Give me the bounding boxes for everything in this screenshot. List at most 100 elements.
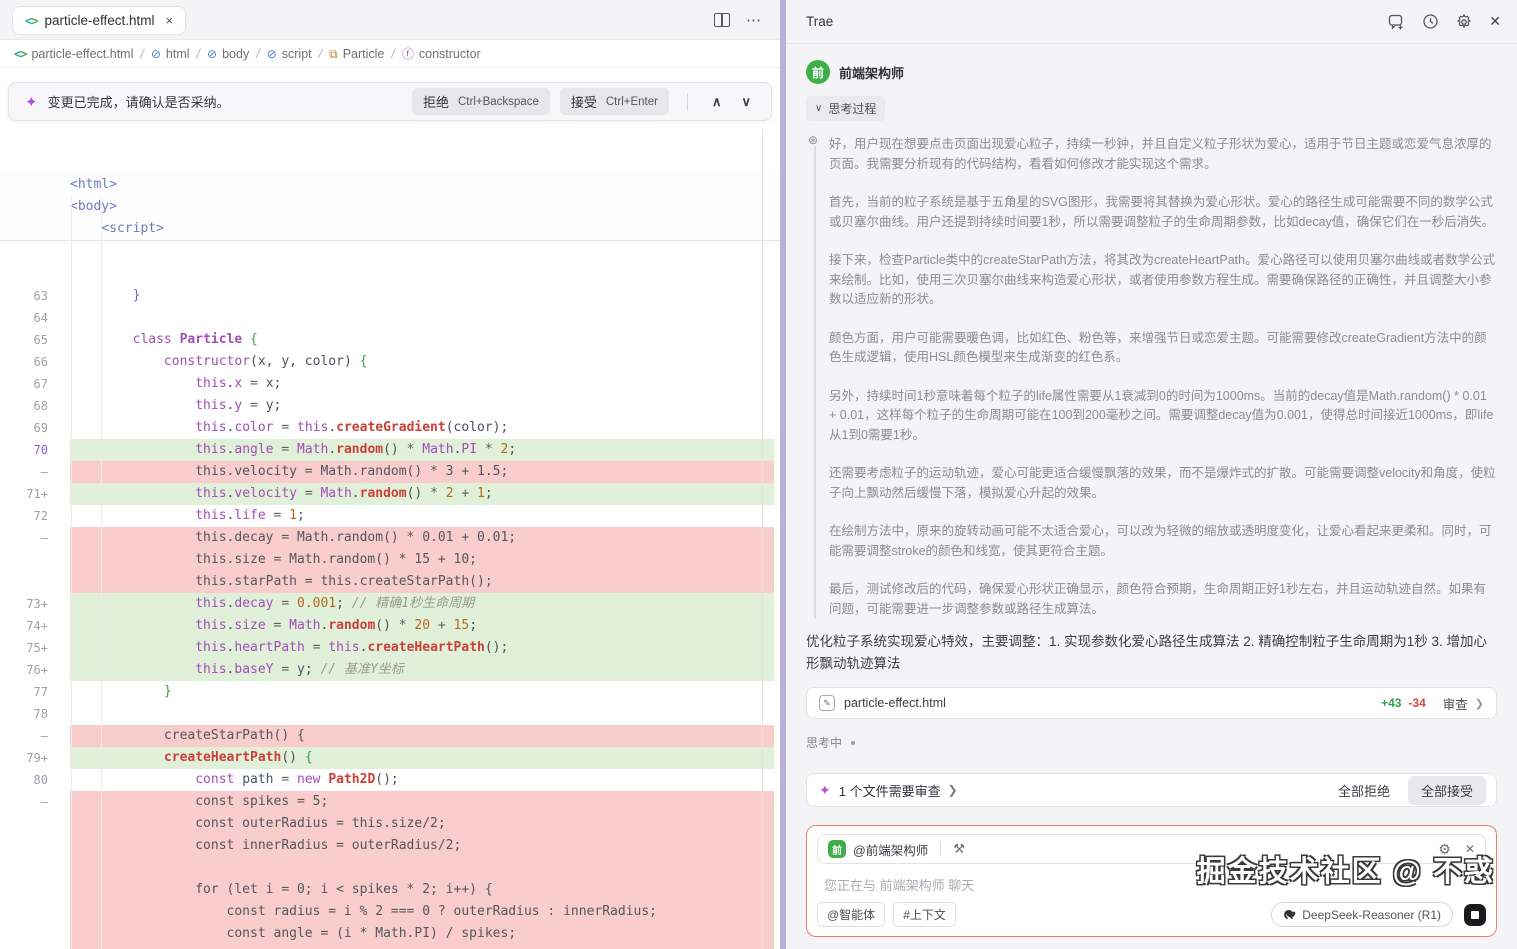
class-symbol-icon: ⧉ <box>329 46 338 61</box>
breadcrumb-item-particle-effect.html[interactable]: <> particle-effect.html <box>14 47 133 61</box>
agent-avatar: 前 <box>806 60 830 84</box>
line-number <box>0 923 70 945</box>
review-bar-actions: 全部拒绝 全部接受 <box>1328 775 1486 805</box>
code-line: – createStarPath() { <box>0 725 780 747</box>
code-line: 68 this.y = y; <box>0 395 780 417</box>
accept-all-button[interactable]: 全部接受 <box>1407 775 1486 805</box>
breadcrumb-label: constructor <box>418 46 481 61</box>
code-text <box>70 857 774 879</box>
model-selector[interactable]: DeepSeek-Reasoner (R1) <box>1271 902 1453 927</box>
line-number <box>0 945 70 949</box>
chevron-right-icon[interactable]: ❯ <box>948 783 958 797</box>
prev-change-icon[interactable]: ∧ <box>702 94 732 110</box>
code-text: const innerRadius = outerRadius/2; <box>70 835 774 857</box>
review-link[interactable]: 审查 <box>1443 694 1468 713</box>
code-line: – const spikes = 5; <box>0 791 780 813</box>
code-editor[interactable]: <html> <body> <script> 63 } 64 65 class Par… <box>0 130 780 949</box>
code-line: 70 this.angle = Math.random() * Math.PI … <box>0 439 780 461</box>
code-text: <body> <box>70 199 117 214</box>
history-icon[interactable] <box>1421 13 1439 31</box>
app-window: <> particle-effect.html × ⋯ <> particle-e… <box>0 0 1517 949</box>
breadcrumb-item-script[interactable]: ⊘ script <box>267 47 312 61</box>
status-row: 思考中 <box>806 734 1497 751</box>
status-dot <box>851 740 856 745</box>
line-number <box>0 196 70 218</box>
changed-file-card[interactable]: ✎ particle-effect.html +43 -34 审查 ❯ <box>806 687 1497 719</box>
code-line: const innerRadius = outerRadius/2; <box>0 835 780 857</box>
chat-input-card[interactable]: 前 @前端架构师 ⚒ ⚙ ✕ 您正在与 前端架构师 聊天 @智能体 #上下文 D… <box>806 825 1497 937</box>
more-actions-icon[interactable]: ⋯ <box>746 11 762 29</box>
code-line <box>0 857 780 879</box>
line-number: 74+ <box>26 619 48 633</box>
code-text: const radius = i % 2 === 0 ? outerRadius… <box>70 901 774 923</box>
line-number: – <box>40 465 48 479</box>
context-chip[interactable]: #上下文 <box>893 902 956 927</box>
stop-generating-button[interactable] <box>1464 903 1486 926</box>
settings-gear-icon[interactable] <box>1455 13 1473 31</box>
breadcrumb-item-constructor[interactable]: ⓕ constructor <box>402 47 481 61</box>
next-change-icon[interactable]: ∨ <box>731 94 761 110</box>
gear-icon[interactable]: ⚙ <box>1438 841 1451 858</box>
sticky-code-line: <body> <box>0 196 780 218</box>
code-text: <html> <box>70 177 117 192</box>
overview-ruler-border <box>762 130 763 949</box>
accept-label: 接受 <box>570 95 597 110</box>
reject-button[interactable]: 拒绝 Ctrl+Backspace <box>411 88 550 115</box>
tools-hammer-icon[interactable]: ⚒ <box>953 841 965 857</box>
agent-mention-bar: 前 @前端架构师 ⚒ ⚙ ✕ <box>817 834 1486 864</box>
symbol-icon: ⊘ <box>266 46 277 61</box>
line-number <box>0 879 70 901</box>
line-number <box>0 174 70 196</box>
assistant-title: Trae <box>806 14 834 29</box>
method-symbol-icon: ⓕ <box>401 46 414 61</box>
new-chat-icon[interactable] <box>1387 13 1405 31</box>
breadcrumb-separator: / <box>318 46 323 61</box>
removed-lines-count: -34 <box>1408 696 1426 710</box>
deepseek-whale-icon <box>1284 910 1296 920</box>
code-line: 76+ this.baseY = y; // 基准Y坐标 <box>0 659 780 681</box>
model-name: DeepSeek-Reasoner (R1) <box>1302 907 1441 922</box>
line-number: 68 <box>33 399 48 413</box>
line-number: – <box>40 531 48 545</box>
code-text: this.decay = Math.random() * 0.01 + 0.01… <box>70 527 774 549</box>
assistant-summary: 优化粒子系统实现爱心特效，主要调整：1. 实现参数化爱心路径生成算法 2. 精确… <box>806 634 1488 671</box>
breadcrumb-item-Particle[interactable]: ⧉ Particle <box>329 47 384 61</box>
close-panel-icon[interactable]: ✕ <box>1489 13 1501 30</box>
agent-mention[interactable]: @前端架构师 <box>853 840 928 859</box>
tab-particle-effect[interactable]: <> particle-effect.html × <box>12 6 187 35</box>
breadcrumb-item-body[interactable]: ⊘ body <box>207 47 249 61</box>
code-text: } <box>163 684 172 699</box>
code-text: createHeartPath() { <box>70 747 774 769</box>
line-number: 78 <box>33 707 48 721</box>
chat-input-placeholder[interactable]: 您正在与 前端架构师 聊天 <box>824 875 1486 894</box>
thinking-paragraph: 最后，测试修改后的代码，确保爱心形状正确显示，颜色符合预期，生命周期正好1秒左右… <box>829 582 1486 616</box>
agents-chip[interactable]: @智能体 <box>817 902 886 927</box>
breadcrumb-separator: / <box>256 46 260 61</box>
line-number: 64 <box>33 311 48 325</box>
input-right-actions: DeepSeek-Reasoner (R1) <box>1271 902 1486 927</box>
breadcrumb-item-html[interactable]: ⊘ html <box>151 47 190 61</box>
agent-avatar: 前 <box>828 840 846 858</box>
code-line: – this.decay = Math.random() * 0.01 + 0.… <box>0 527 780 549</box>
thinking-status: 思考中 <box>806 736 843 750</box>
split-editor-icon[interactable] <box>714 12 730 27</box>
thinking-toggle[interactable]: ∨ 思考过程 <box>806 96 886 121</box>
line-number: – <box>40 795 48 809</box>
breadcrumb-separator: / <box>140 46 144 61</box>
accept-button[interactable]: 接受 Ctrl+Enter <box>559 88 669 115</box>
code-line: 77 } <box>0 681 780 703</box>
notification-actions: 拒绝 Ctrl+Backspace 接受 Ctrl+Enter ∧ ∨ <box>402 88 761 115</box>
tab-close-icon[interactable]: × <box>166 13 174 28</box>
breadcrumb-label: Particle <box>342 46 385 61</box>
close-icon[interactable]: ✕ <box>1465 842 1475 856</box>
thinking-paragraph: 好，用户现在想要点击页面出现爱心粒子，持续一秒钟，并且自定义粒子形状为爱心，适用… <box>829 137 1492 171</box>
reject-all-button[interactable]: 全部拒绝 <box>1328 776 1400 805</box>
code-text: this.y = y; <box>195 398 282 413</box>
line-number: 79+ <box>26 751 48 765</box>
input-bottom-row: @智能体 #上下文 DeepSeek-Reasoner (R1) <box>817 902 1486 927</box>
line-number: 66 <box>33 355 48 369</box>
symbol-icon: ⊘ <box>150 46 161 61</box>
code-line: const radius = i % 2 === 0 ? outerRadius… <box>0 901 780 923</box>
line-number: 73+ <box>26 597 48 611</box>
